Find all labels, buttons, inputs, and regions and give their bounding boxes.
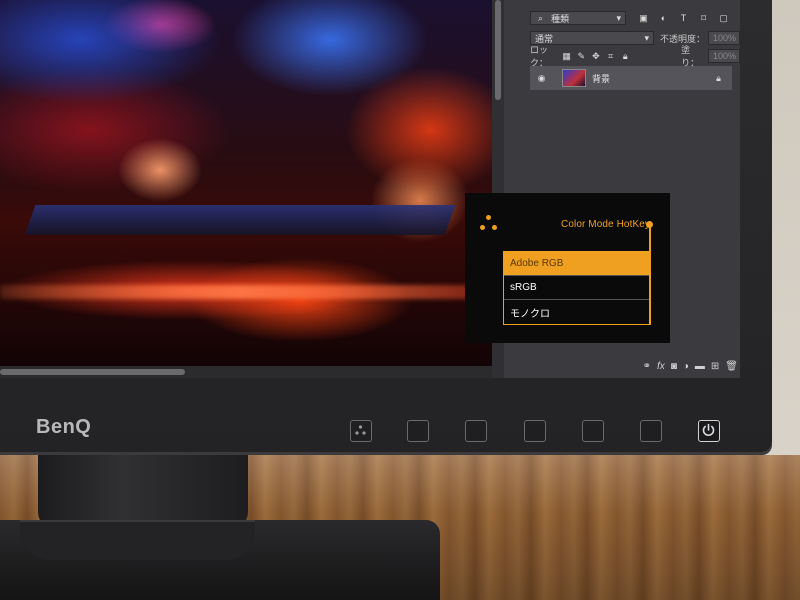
smart-object-filter-icon[interactable]: ▢ — [718, 13, 729, 24]
layer-thumbnail — [562, 69, 586, 87]
osd-button-2[interactable] — [407, 420, 429, 442]
adjustment-filter-icon[interactable]: ◐ — [658, 13, 669, 24]
layer-lock-icon: 🔒︎ — [716, 72, 721, 83]
stand-foot — [20, 520, 255, 560]
stand-neck — [38, 440, 248, 530]
color-mode-hotkey-button[interactable] — [350, 420, 372, 442]
osd-button-4[interactable] — [524, 420, 546, 442]
lock-move-icon[interactable]: ✥ — [591, 51, 601, 62]
osd-button-5[interactable] — [582, 420, 604, 442]
scroll-thumb[interactable] — [0, 369, 185, 375]
filter-kind-select[interactable]: ⌕ 種類 ▾ — [530, 11, 626, 25]
opacity-field[interactable]: 100% — [708, 31, 740, 45]
horizontal-scrollbar[interactable] — [0, 366, 492, 378]
new-layer-icon[interactable]: ⊞ — [711, 361, 719, 372]
scroll-thumb[interactable] — [495, 0, 501, 100]
osd-button-6[interactable] — [640, 420, 662, 442]
canvas-photo[interactable] — [0, 0, 492, 366]
layer-row-background[interactable]: ◉ 背景 🔒︎ — [530, 66, 732, 90]
fx-icon[interactable]: fx — [657, 361, 665, 372]
screen: ⌕ 種類 ▾ ▣ ◐ T ⌑ ▢ 通常 ▾ 不透明度： 100% ロック： ▦ … — [0, 0, 740, 378]
adjustment-icon[interactable]: ◑ — [683, 361, 689, 372]
osd-title: Color Mode HotKey — [561, 219, 650, 230]
brand-logo: BenQ — [36, 416, 92, 438]
color-mode-hotkey-icon — [355, 425, 366, 435]
trash-icon[interactable]: 🗑︎ — [725, 361, 738, 372]
search-icon: ⌕ — [537, 12, 544, 23]
color-mode-option-adobe-rgb[interactable]: Adobe RGB — [504, 252, 649, 276]
layers-bottom-toolbar: ⚭ fx ◙ ◑ ▬ ⊞ 🗑︎ — [530, 356, 738, 376]
color-mode-list: Adobe RGB sRGB モノクロ — [503, 251, 649, 325]
mask-icon[interactable]: ◙ — [671, 361, 677, 372]
chevron-down-icon: ▾ — [616, 12, 621, 23]
osd-menu: Color Mode HotKey Adobe RGB sRGB モノクロ — [465, 193, 670, 343]
link-icon[interactable]: ⚭ — [643, 361, 651, 372]
color-mode-option-srgb[interactable]: sRGB — [504, 276, 649, 300]
lock-transparent-icon[interactable]: ▦ — [562, 51, 572, 62]
layer-name: 背景 — [592, 73, 611, 84]
color-mode-option-mono[interactable]: モノクロ — [504, 300, 649, 324]
osd-button-3[interactable] — [465, 420, 487, 442]
folder-icon[interactable]: ▬ — [695, 361, 705, 372]
lock-paint-icon[interactable]: ✎ — [576, 51, 586, 62]
lock-all-icon[interactable]: 🔒︎ — [620, 51, 630, 62]
power-icon — [702, 423, 715, 436]
image-filter-icon[interactable]: ▣ — [638, 13, 649, 24]
chevron-down-icon: ▾ — [644, 32, 649, 43]
lock-artboard-icon[interactable]: ⌗ — [606, 51, 616, 62]
filter-kind-label: 種類 — [551, 13, 570, 24]
monitor: ⌕ 種類 ▾ ▣ ◐ T ⌑ ▢ 通常 ▾ 不透明度： 100% ロック： ▦ … — [0, 0, 772, 452]
color-mode-icon — [479, 213, 499, 233]
fill-field[interactable]: 100% — [707, 49, 740, 63]
shape-filter-icon[interactable]: ⌑ — [698, 13, 709, 24]
power-button[interactable] — [698, 420, 720, 442]
type-filter-icon[interactable]: T — [678, 13, 689, 24]
eye-icon[interactable]: ◉ — [536, 73, 547, 84]
